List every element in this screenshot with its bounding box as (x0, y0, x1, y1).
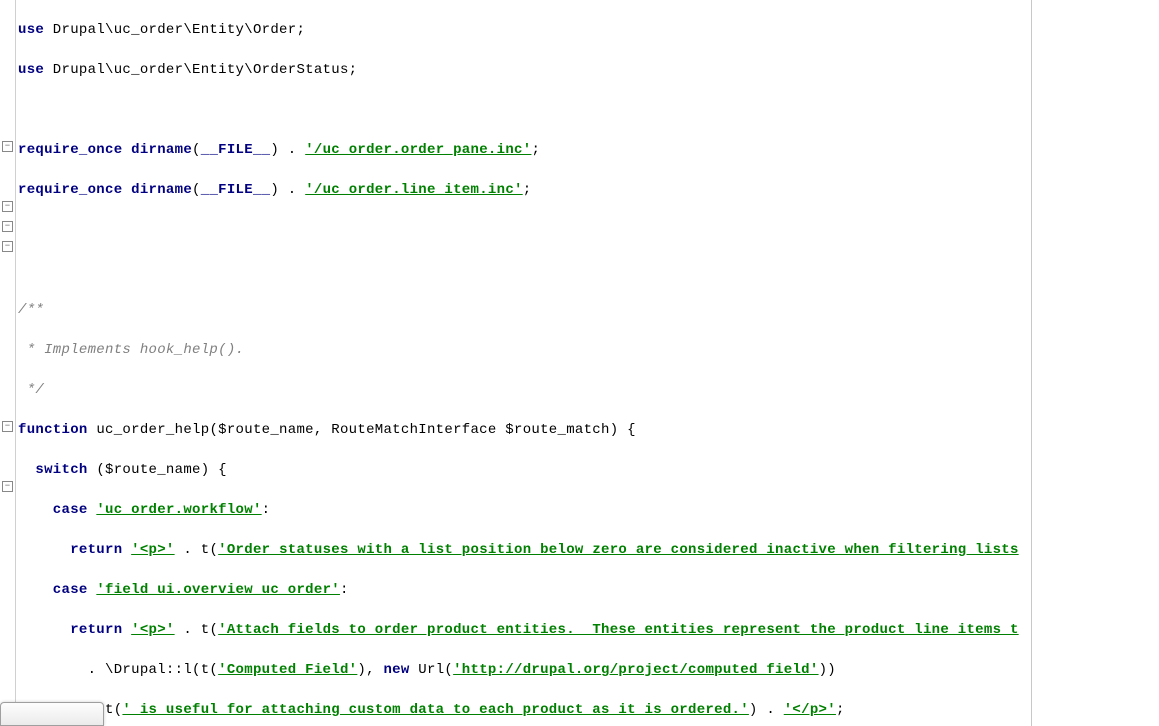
code-content: use Drupal\uc_order\Entity\Order; use Dr… (16, 0, 1019, 726)
right-margin-guide (1031, 0, 1032, 726)
fold-marker[interactable] (2, 141, 13, 152)
fold-marker[interactable] (2, 481, 13, 492)
fold-marker[interactable] (2, 241, 13, 252)
fold-marker[interactable] (2, 221, 13, 232)
fold-marker[interactable] (2, 421, 13, 432)
fold-gutter (0, 0, 16, 726)
popup-window-corner[interactable] (0, 702, 104, 726)
fold-marker[interactable] (2, 201, 13, 212)
code-editor[interactable]: use Drupal\uc_order\Entity\Order; use Dr… (16, 0, 1159, 726)
